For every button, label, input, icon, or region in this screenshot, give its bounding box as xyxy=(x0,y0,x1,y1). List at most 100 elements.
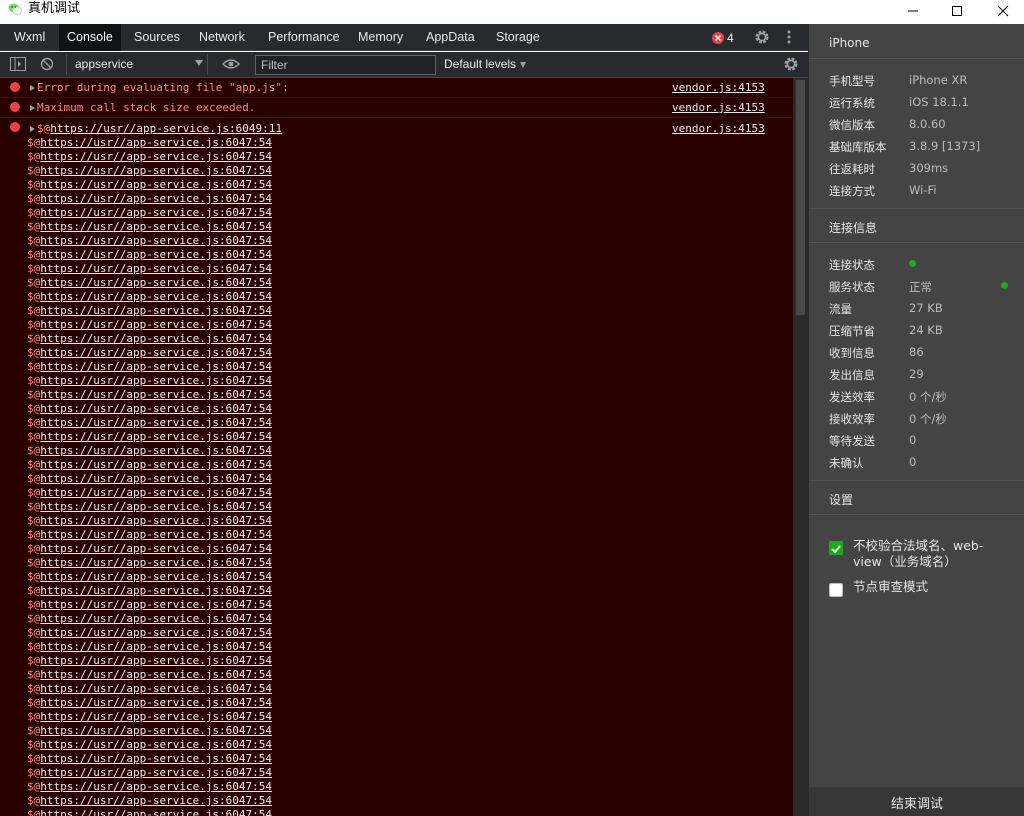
frame-link[interactable]: https://usr//app-service.js:6047:54 xyxy=(40,598,272,611)
frame-link[interactable]: https://usr//app-service.js:6047:54 xyxy=(40,374,272,387)
frame-link[interactable]: https://usr//app-service.js:6047:54 xyxy=(40,164,272,177)
frame-link[interactable]: https://usr//app-service.js:6047:54 xyxy=(40,192,272,205)
filter-input[interactable] xyxy=(255,55,436,75)
device-info-label: 运行系统 xyxy=(829,96,875,110)
frame-link[interactable]: https://usr//app-service.js:6047:54 xyxy=(40,752,272,765)
frame-link[interactable]: https://usr//app-service.js:6047:54 xyxy=(40,542,272,555)
sidebar-toggle-icon[interactable] xyxy=(10,57,26,71)
tab-console[interactable]: Console xyxy=(59,24,121,51)
frame-link[interactable]: https://usr//app-service.js:6047:54 xyxy=(40,500,272,513)
frame-link[interactable]: https://usr//app-service.js:6047:54 xyxy=(40,458,272,471)
frame-prefix: $@ xyxy=(27,794,41,807)
frame-link[interactable]: https://usr//app-service.js:6047:54 xyxy=(40,612,272,625)
tab-network[interactable]: Network xyxy=(191,24,253,51)
frame-link[interactable]: https://usr//app-service.js:6047:54 xyxy=(40,206,272,219)
close-button[interactable] xyxy=(980,0,1024,22)
tab-appdata[interactable]: AppData xyxy=(418,24,483,51)
device-info-label: 连接方式 xyxy=(829,184,875,198)
frame-link[interactable]: https://usr//app-service.js:6047:54 xyxy=(40,248,272,261)
frame-link[interactable]: https://usr//app-service.js:6047:54 xyxy=(40,136,272,149)
frame-link[interactable]: https://usr//app-service.js:6047:54 xyxy=(40,724,272,737)
more-vertical-icon[interactable] xyxy=(786,29,792,45)
minimize-button[interactable] xyxy=(890,0,936,22)
expand-triangle-icon[interactable] xyxy=(30,126,35,132)
frame-link[interactable]: https://usr//app-service.js:6047:54 xyxy=(40,682,272,695)
frame-link[interactable]: https://usr//app-service.js:6047:54 xyxy=(40,584,272,597)
expand-triangle-icon[interactable] xyxy=(30,105,35,111)
frame-link[interactable]: https://usr//app-service.js:6047:54 xyxy=(40,514,272,527)
skip-domain-check-label[interactable]: 不校验合法域名、web-view（业务域名） xyxy=(853,538,1003,570)
frame-link[interactable]: https://usr//app-service.js:6047:54 xyxy=(40,360,272,373)
node-inspect-label[interactable]: 节点审查模式 xyxy=(853,579,1003,595)
gear-icon[interactable] xyxy=(753,28,771,46)
tab-storage[interactable]: Storage xyxy=(488,24,548,51)
context-select[interactable]: appservice xyxy=(66,54,208,75)
stack-trace-head[interactable]: $@https://usr//app-service.js:6049:11 ve… xyxy=(0,118,793,135)
frame-link[interactable]: https://usr//app-service.js:6047:54 xyxy=(40,220,272,233)
frame-link[interactable]: https://usr//app-service.js:6047:54 xyxy=(40,388,272,401)
maximize-button[interactable] xyxy=(934,0,980,22)
frame-link[interactable]: https://usr//app-service.js:6047:54 xyxy=(40,304,272,317)
frame-link[interactable]: https://usr//app-service.js:6047:54 xyxy=(40,528,272,541)
console-message[interactable]: Maximum call stack size exceeded. vendor… xyxy=(0,98,793,118)
stack-frame: $@https://usr//app-service.js:6047:54 xyxy=(27,654,327,668)
frame-link[interactable]: https://usr//app-service.js:6047:54 xyxy=(40,668,272,681)
frame-link[interactable]: https://usr//app-service.js:6047:54 xyxy=(40,178,272,191)
connection-info-label: 收到信息 xyxy=(829,346,875,360)
frame-link[interactable]: https://usr//app-service.js:6047:54 xyxy=(40,556,272,569)
frame-link[interactable]: https://usr//app-service.js:6047:54 xyxy=(40,332,272,345)
source-link[interactable]: vendor.js:4153 xyxy=(672,81,765,94)
frame-link[interactable]: https://usr//app-service.js:6047:54 xyxy=(40,150,272,163)
message-text: Error during evaluating file "app.js": xyxy=(37,81,289,94)
scrollbar-thumb[interactable] xyxy=(796,80,805,315)
frame-link[interactable]: https://usr//app-service.js:6047:54 xyxy=(40,290,272,303)
stack-frame: $@https://usr//app-service.js:6047:54 xyxy=(27,150,327,164)
clear-console-icon[interactable] xyxy=(40,57,54,71)
tab-memory[interactable]: Memory xyxy=(350,24,411,51)
error-count-badge[interactable]: 4 xyxy=(712,30,734,46)
frame-link[interactable]: https://usr//app-service.js:6047:54 xyxy=(40,710,272,723)
node-inspect-checkbox[interactable] xyxy=(829,583,843,597)
frame-link[interactable]: https://usr//app-service.js:6047:54 xyxy=(40,318,272,331)
frame-link[interactable]: https://usr//app-service.js:6047:54 xyxy=(40,766,272,779)
frame-link[interactable]: https://usr//app-service.js:6047:54 xyxy=(40,780,272,793)
eye-icon[interactable] xyxy=(222,58,240,70)
frame-link[interactable]: https://usr//app-service.js:6047:54 xyxy=(40,808,272,816)
frame-link[interactable]: https://usr//app-service.js:6047:54 xyxy=(40,654,272,667)
frame-link[interactable]: https://usr//app-service.js:6047:54 xyxy=(40,640,272,653)
levels-chevron-down-icon xyxy=(520,62,526,68)
frame-link[interactable]: https://usr//app-service.js:6047:54 xyxy=(40,444,272,457)
device-info-value: iPhone XR xyxy=(909,73,968,87)
frame-link[interactable]: https://usr//app-service.js:6047:54 xyxy=(40,570,272,583)
frame-link[interactable]: https://usr//app-service.js:6047:54 xyxy=(40,486,272,499)
frame-link[interactable]: https://usr//app-service.js:6047:54 xyxy=(40,472,272,485)
console-message[interactable]: Error during evaluating file "app.js": v… xyxy=(0,78,793,98)
frame-link[interactable]: https://usr//app-service.js:6047:54 xyxy=(40,402,272,415)
skip-domain-check-checkbox[interactable] xyxy=(829,541,843,555)
frame-link[interactable]: https://usr//app-service.js:6047:54 xyxy=(40,416,272,429)
source-link[interactable]: vendor.js:4153 xyxy=(672,101,765,114)
frame-link[interactable]: https://usr//app-service.js:6047:54 xyxy=(40,234,272,247)
source-link[interactable]: vendor.js:4153 xyxy=(672,122,765,135)
stack-frame: $@https://usr//app-service.js:6047:54 xyxy=(27,640,327,654)
frame-link[interactable]: https://usr//app-service.js:6047:54 xyxy=(40,430,272,443)
stack-head-link[interactable]: https://usr//app-service.js:6049:11 xyxy=(50,122,282,135)
console-scrollbar[interactable] xyxy=(793,78,808,816)
tab-wxml[interactable]: Wxml xyxy=(6,24,53,51)
frame-prefix: $@ xyxy=(27,388,41,401)
frame-link[interactable]: https://usr//app-service.js:6047:54 xyxy=(40,696,272,709)
expand-triangle-icon[interactable] xyxy=(30,85,35,91)
tab-performance[interactable]: Performance xyxy=(260,24,348,51)
device-info-panel: iPhone 手机型号 iPhone XR 运行系统 iOS 18.1.1 微信版本 8.… xyxy=(808,24,1024,816)
log-levels-select[interactable]: Default levels xyxy=(444,57,516,71)
frame-link[interactable]: https://usr//app-service.js:6047:54 xyxy=(40,738,272,751)
tab-sources[interactable]: Sources xyxy=(126,24,188,51)
frame-link[interactable]: https://usr//app-service.js:6047:54 xyxy=(40,794,272,807)
frame-link[interactable]: https://usr//app-service.js:6047:54 xyxy=(40,626,272,639)
end-debug-button[interactable]: 结束调试 xyxy=(809,787,1024,816)
frame-link[interactable]: https://usr//app-service.js:6047:54 xyxy=(40,346,272,359)
console-settings-icon[interactable] xyxy=(782,55,800,73)
frame-link[interactable]: https://usr//app-service.js:6047:54 xyxy=(40,262,272,275)
stack-frame: $@https://usr//app-service.js:6047:54 xyxy=(27,276,327,290)
frame-link[interactable]: https://usr//app-service.js:6047:54 xyxy=(40,276,272,289)
